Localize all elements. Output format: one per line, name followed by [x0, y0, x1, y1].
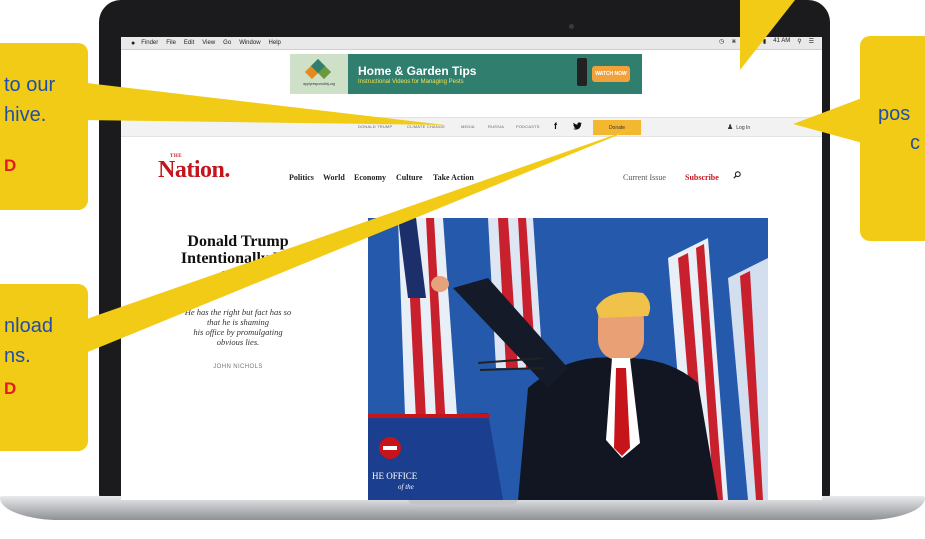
nav-current-issue[interactable]: Current Issue [623, 173, 666, 182]
wifi-icon[interactable]: ≈ [743, 38, 746, 45]
apple-icon[interactable]: ● [131, 40, 135, 47]
article-dek: He has the right but fact has so that he… [163, 307, 313, 347]
callout-right-line-2: c [910, 132, 920, 154]
callout-archive-red: D [4, 156, 17, 175]
logo-text: Nation. [158, 157, 230, 183]
menubar-status: ◷ ⋇ ≈ ♮ ▮ 41 AM ⚲ ☰ [719, 38, 814, 45]
topnav-link-donald-trump[interactable]: DONALD TRUMP [358, 124, 392, 129]
nav-subscribe[interactable]: Subscribe [685, 173, 719, 182]
notification-list-icon[interactable]: ☰ [809, 38, 814, 45]
article-author[interactable]: JOHN NICHOLS [163, 364, 313, 370]
user-icon: ♟ [727, 124, 734, 131]
search-icon[interactable] [733, 171, 741, 179]
phone-icon [577, 58, 587, 86]
diamond-logo-icon [304, 58, 332, 80]
ad-logo-text: applyresponsibly.org [303, 82, 335, 86]
callout-download-line-2: ns. [4, 345, 31, 367]
menu-help[interactable]: Help [269, 40, 281, 46]
headline-line-2: Intentionally Lie [180, 250, 296, 267]
nav-take-action[interactable]: Take Action [433, 173, 474, 182]
menu-file[interactable]: File [166, 40, 176, 46]
nav-world[interactable]: World [323, 173, 345, 182]
dek-line-3: his office by promulgating [193, 327, 283, 337]
topnav-link-media[interactable]: MEDIA [461, 124, 475, 129]
ad-title: Home & Garden Tips [358, 63, 477, 78]
top-nav: DONALD TRUMP CLIMATE CHANGE MEDIA RUSSIA… [121, 117, 822, 137]
callout-archive-line-2: hive. [4, 104, 47, 126]
battery-icon[interactable]: ▮ [763, 38, 766, 45]
ad-watch-button[interactable]: WATCH NOW [592, 66, 630, 82]
volume-icon[interactable]: ♮ [754, 38, 756, 45]
ad-banner[interactable]: applyresponsibly.org Home & Garden Tips … [290, 54, 642, 94]
menu-finder[interactable]: Finder [141, 40, 158, 46]
dek-line-4: obvious lies. [216, 337, 260, 347]
callout-download-line-1: nload [4, 315, 53, 337]
clock[interactable]: 41 AM [773, 38, 790, 45]
login-link[interactable]: ♟ Log In [727, 123, 750, 131]
callout-archive: to our hive. D [0, 43, 88, 210]
headline-line-1: Donald Trump [187, 233, 289, 250]
headline-line-3: to Us [220, 267, 256, 284]
menu-go[interactable]: Go [223, 40, 231, 46]
ad-logo: applyresponsibly.org [290, 54, 348, 94]
hero-photo[interactable]: HE OFFICE of the [368, 218, 768, 500]
topnav-link-russia[interactable]: RUSSIA [488, 124, 504, 129]
menu-edit[interactable]: Edit [184, 40, 194, 46]
callout-right-line-1: pos [878, 103, 911, 125]
callout-download-red: D [4, 379, 17, 398]
mac-menubar: ● Finder File Edit View Go Window Help ◷… [121, 37, 822, 50]
spotlight-search-icon[interactable]: ⚲ [797, 38, 801, 45]
dek-line-2: that he is shaming [206, 317, 270, 327]
dek-line-1: He has the right but fact has so [184, 307, 292, 317]
callout-archive-line-1: to our [4, 74, 56, 96]
time-machine-icon[interactable]: ◷ [719, 38, 724, 45]
menu-window[interactable]: Window [239, 40, 260, 46]
menu-view[interactable]: View [202, 40, 215, 46]
podium-text-2: of the [398, 483, 414, 491]
topnav-link-podcasts[interactable]: PODCASTS [516, 124, 540, 129]
podium-text-1: HE OFFICE [372, 471, 418, 481]
facebook-icon[interactable]: f [554, 121, 557, 131]
callout-download: nload ns. D [0, 284, 88, 451]
topnav-link-climate-change[interactable]: CLIMATE CHANGE [407, 124, 445, 129]
twitter-icon[interactable] [573, 122, 582, 132]
ad-subtitle: Instructional Videos for Managing Pests [358, 78, 464, 85]
laptop-screen: ● Finder File Edit View Go Window Help ◷… [121, 37, 822, 500]
article-headline[interactable]: Donald Trump Intentionally Lie to Us [163, 233, 313, 284]
camera-icon [569, 24, 574, 29]
bluetooth-icon[interactable]: ⋇ [731, 38, 736, 45]
login-label: Log In [736, 125, 751, 131]
nav-culture[interactable]: Culture [396, 173, 423, 182]
the-nation-logo[interactable]: THE Nation. [158, 154, 230, 184]
callout-right: pos c [860, 36, 925, 241]
nav-economy[interactable]: Economy [354, 173, 386, 182]
nav-politics[interactable]: Politics [289, 173, 314, 182]
logo-small-text: THE [170, 154, 183, 159]
donate-button[interactable]: Donate [593, 120, 641, 135]
